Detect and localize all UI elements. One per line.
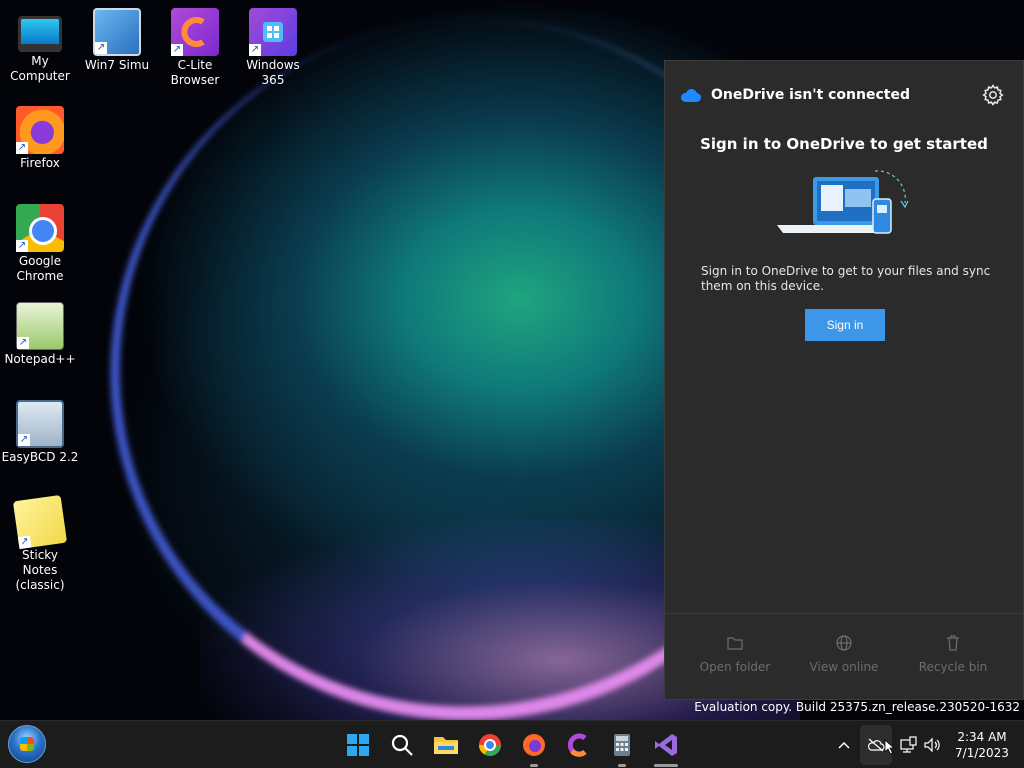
desktop-icon-label: EasyBCD 2.2 — [1, 450, 79, 464]
desktop-icon-my-computer[interactable]: My Computer — [0, 8, 80, 84]
c-lite-browser-icon: ↗ — [171, 8, 219, 56]
file-explorer-icon[interactable] — [430, 729, 462, 761]
open-folder-button[interactable]: Open folder — [685, 634, 785, 674]
shortcut-arrow-icon: ↗ — [16, 142, 28, 154]
system-clock[interactable]: 2:34 AM 7/1/2023 — [948, 729, 1016, 761]
sign-in-button[interactable]: Sign in — [805, 309, 885, 341]
desktop-icon-label: Win7 Simu — [84, 58, 150, 72]
desktop-icon-label: Notepad++ — [4, 352, 76, 366]
start-orb-icon[interactable] — [8, 725, 46, 763]
desktop-icon-label: Windows 365 — [246, 58, 300, 87]
win7-simu-icon: ↗ — [93, 8, 141, 56]
notepad-plus-plus-icon: ↗ — [16, 302, 64, 350]
taskbar: 2:34 AM 7/1/2023 — [0, 720, 1024, 768]
recycle-bin-button[interactable]: Recycle bin — [903, 634, 1003, 674]
desktop-icon-firefox[interactable]: ↗ Firefox — [0, 106, 80, 171]
signin-heading: Sign in to OneDrive to get started — [700, 135, 988, 153]
globe-icon — [836, 635, 852, 651]
desktop-icon-label: Google Chrome — [16, 254, 64, 283]
desktop-icon-win7-simu[interactable]: ↗ Win7 Simu — [77, 8, 157, 73]
onedrive-header: OneDrive isn't connected — [665, 61, 1023, 129]
desktop-icon-label: Sticky Notes (classic) — [15, 548, 65, 592]
folder-icon — [727, 637, 743, 650]
network-icon[interactable] — [898, 735, 918, 755]
desktop-icon-label: My Computer — [10, 54, 70, 83]
gear-icon[interactable] — [981, 83, 1005, 107]
shortcut-arrow-icon: ↗ — [95, 42, 107, 54]
desktop-icon-easybcd[interactable]: ↗ EasyBCD 2.2 — [0, 400, 80, 465]
view-online-button[interactable]: View online — [794, 634, 894, 674]
chrome-taskbar-icon[interactable] — [474, 729, 506, 761]
windows-start-icon[interactable] — [342, 729, 374, 761]
easybcd-icon: ↗ — [16, 400, 64, 448]
laptop-sync-illustration — [777, 170, 909, 234]
onedrive-off-icon — [867, 738, 885, 752]
running-indicator — [530, 764, 538, 767]
desktop-icon-label: C-Lite Browser — [170, 58, 220, 87]
clock-time: 2:34 AM — [957, 730, 1007, 744]
mouse-cursor-icon — [884, 739, 896, 755]
shortcut-arrow-icon: ↗ — [249, 44, 261, 56]
shortcut-arrow-icon: ↗ — [18, 434, 30, 446]
c-lite-taskbar-icon[interactable] — [562, 729, 594, 761]
view-online-label: View online — [809, 660, 879, 674]
shortcut-arrow-icon: ↗ — [16, 240, 28, 252]
clock-date: 7/1/2023 — [955, 746, 1009, 760]
sticky-notes-icon: ↗ — [12, 494, 68, 550]
chrome-icon: ↗ — [16, 204, 64, 252]
shortcut-arrow-icon: ↗ — [17, 337, 29, 349]
onedrive-title: OneDrive isn't connected — [711, 87, 910, 103]
visual-studio-icon[interactable] — [650, 729, 682, 767]
running-indicator — [618, 764, 626, 767]
recycle-bin-label: Recycle bin — [918, 660, 988, 674]
desktop-icon-label: Firefox — [20, 156, 60, 170]
onedrive-flyout: OneDrive isn't connected Sign in to OneD… — [664, 60, 1024, 700]
calculator-icon[interactable] — [606, 729, 638, 767]
onedrive-tray-button[interactable] — [860, 725, 896, 765]
desktop-icon-google-chrome[interactable]: ↗ Google Chrome — [0, 204, 80, 284]
onedrive-footer: Open folder View online Recycle bin — [665, 613, 1023, 699]
desktop-icon-sticky-notes[interactable]: ↗ Sticky Notes (classic) — [0, 494, 80, 593]
search-icon[interactable] — [386, 729, 418, 761]
signin-description: Sign in to OneDrive to get to your files… — [701, 264, 991, 293]
volume-icon[interactable] — [922, 735, 942, 755]
desktop-icon-c-lite-browser[interactable]: ↗ C-Lite Browser — [155, 8, 235, 88]
open-folder-label: Open folder — [699, 660, 771, 674]
shortcut-arrow-icon: ↗ — [17, 535, 32, 550]
onedrive-cloud-icon — [681, 89, 701, 102]
windows-365-icon: ↗ — [249, 8, 297, 56]
firefox-icon: ↗ — [16, 106, 64, 154]
computer-icon — [18, 16, 62, 52]
evaluation-watermark: Evaluation copy. Build 25375.zn_release.… — [694, 700, 1020, 714]
firefox-taskbar-icon[interactable] — [518, 729, 550, 767]
active-indicator — [654, 764, 678, 767]
trash-icon — [947, 635, 959, 651]
shortcut-arrow-icon: ↗ — [171, 44, 183, 56]
chevron-up-icon[interactable] — [836, 737, 852, 753]
desktop-icon-notepad-plus-plus[interactable]: ↗ Notepad++ — [0, 302, 80, 367]
desktop-icon-windows-365[interactable]: ↗ Windows 365 — [233, 8, 313, 88]
